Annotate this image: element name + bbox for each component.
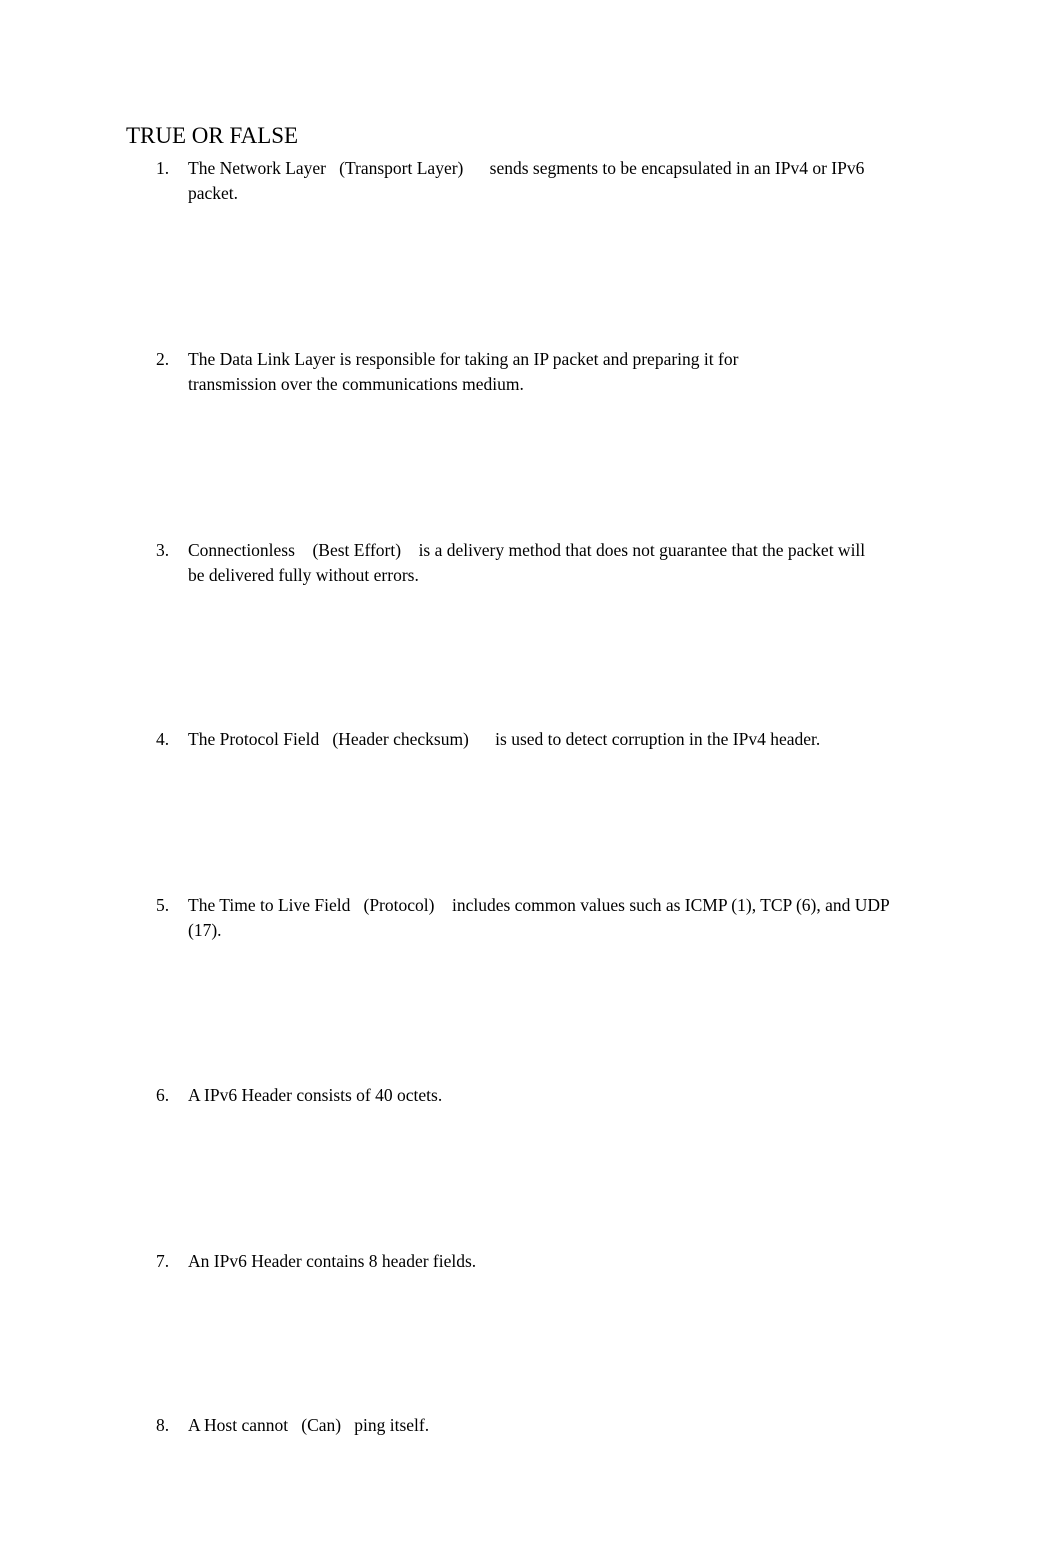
question-number: 3. xyxy=(156,540,170,560)
correction-term: (Can) xyxy=(301,1415,342,1435)
correction-term: (Header checksum) xyxy=(332,729,469,749)
question-number: 1. xyxy=(156,158,170,178)
correction-term: (Best Effort) xyxy=(312,540,402,560)
statement-text: ping itself. xyxy=(354,1415,430,1435)
question-number: 5. xyxy=(156,895,170,915)
statement-text: is used to detect corruption in the IPv4… xyxy=(495,729,821,749)
question-text: Connectionless (Best Effort) is a delive… xyxy=(188,538,868,588)
original-term: The Protocol Field xyxy=(188,729,320,749)
question-text: The Data Link Layer is responsible for t… xyxy=(188,349,739,394)
original-term: Connectionless xyxy=(188,540,295,560)
question-text: An IPv6 Header contains 8 header fields. xyxy=(188,1251,477,1271)
question-text: The Network Layer (Transport Layer) send… xyxy=(188,156,896,206)
correction-term: (Transport Layer) xyxy=(339,158,464,178)
correction-term: (Protocol) xyxy=(363,895,435,915)
page-heading: TRUE OR FALSE xyxy=(126,123,299,148)
question-number: 4. xyxy=(156,729,170,749)
question-text: The Protocol Field (Header checksum) is … xyxy=(188,727,948,752)
original-term: The Time to Live Field xyxy=(188,895,351,915)
question-text: A Host cannot (Can) ping itself. xyxy=(188,1413,896,1438)
original-term: The Network Layer xyxy=(188,158,326,178)
question-number: 7. xyxy=(156,1251,170,1271)
question-number: 2. xyxy=(156,349,170,369)
original-term: A Host cannot xyxy=(188,1415,289,1435)
question-number: 8. xyxy=(156,1415,170,1435)
question-text: The Time to Live Field (Protocol) includ… xyxy=(188,893,896,943)
question-number: 6. xyxy=(156,1085,170,1105)
question-text: A IPv6 Header consists of 40 octets. xyxy=(188,1085,443,1105)
